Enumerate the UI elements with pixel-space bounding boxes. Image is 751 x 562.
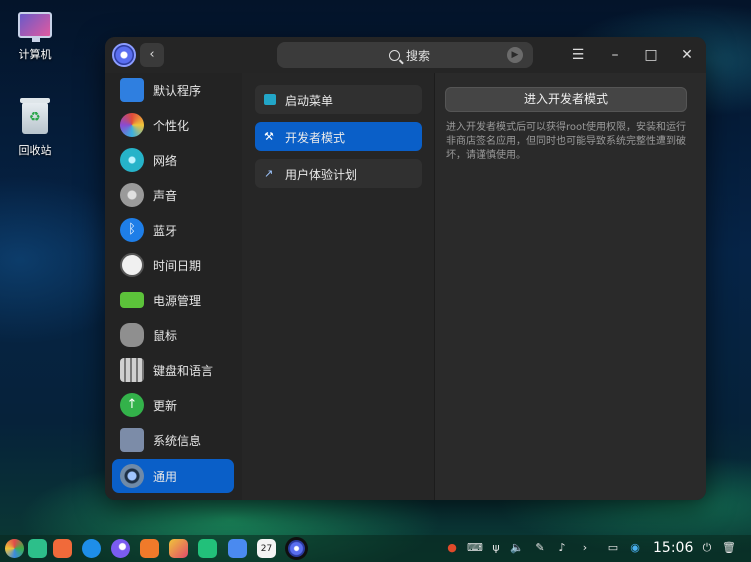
desktop-icon-label: 回收站 bbox=[18, 144, 52, 157]
sidebar-item-mouse[interactable]: 鼠标 bbox=[112, 318, 234, 352]
sidebar-item-general[interactable]: 通用 bbox=[112, 459, 234, 493]
minimize-button[interactable]: – bbox=[603, 43, 627, 67]
close-button[interactable]: ✕ bbox=[675, 43, 699, 67]
sidebar-item-label: 默认程序 bbox=[153, 84, 202, 98]
search-input[interactable]: 搜索 ▶ bbox=[277, 42, 533, 68]
sidebar-item-personalization[interactable]: 个性化 bbox=[112, 108, 234, 142]
taskbar-clock[interactable]: 15:06 bbox=[653, 540, 693, 556]
document-viewer-icon[interactable] bbox=[228, 539, 247, 558]
taskbar: 27 ● ⌨ ψ 🔈 ✎ ♪ › ▭ ◉ 15:06 ⏻ 🗑 bbox=[0, 535, 751, 562]
sidebar-item-update[interactable]: ↑ 更新 bbox=[112, 388, 234, 422]
multitask-icon[interactable] bbox=[53, 539, 72, 558]
volume-icon[interactable]: 🔈 bbox=[510, 541, 524, 554]
titlebar: ‹ 搜索 ▶ ☰ – □ ✕ bbox=[105, 37, 706, 73]
sidebar-item-label: 通用 bbox=[153, 470, 178, 484]
sidebar-item-system-info[interactable]: 系统信息 bbox=[112, 423, 234, 457]
sidebar-item-datetime[interactable]: 时间日期 bbox=[112, 248, 234, 282]
maximize-button[interactable]: □ bbox=[639, 43, 663, 67]
trash-icon bbox=[20, 98, 50, 134]
control-center-logo-icon bbox=[112, 43, 136, 67]
desktop-icon-computer[interactable]: 计算机 bbox=[5, 12, 65, 62]
app-store-icon[interactable] bbox=[82, 539, 101, 558]
sidebar-item-label: 蓝牙 bbox=[153, 224, 178, 238]
control-center-icon[interactable] bbox=[285, 537, 308, 560]
tools-icon: ⚒ bbox=[264, 130, 274, 143]
sidebar-item-sound[interactable]: 声音 bbox=[112, 178, 234, 212]
sidebar-item-label: 网络 bbox=[153, 154, 178, 168]
battery-icon bbox=[120, 292, 144, 308]
sidebar: 默认程序 个性化 网络 声音 ᛒ 蓝牙 时间日期 电源管理 鼠标 键盘和语言 ↑… bbox=[105, 73, 242, 500]
clock-icon bbox=[120, 253, 144, 277]
sidebar-item-label: 个性化 bbox=[153, 119, 190, 133]
general-icon bbox=[120, 464, 144, 488]
default-apps-icon bbox=[120, 78, 144, 102]
sidebar-item-label: 时间日期 bbox=[153, 259, 202, 273]
computer-icon bbox=[18, 12, 52, 42]
sublist-item-label: 用户体验计划 bbox=[285, 168, 358, 182]
sidebar-item-label: 声音 bbox=[153, 189, 178, 203]
sidebar-item-label: 键盘和语言 bbox=[153, 364, 214, 378]
personalization-icon bbox=[120, 113, 144, 137]
chart-icon: ↗ bbox=[264, 167, 274, 180]
desktop-icon-trash[interactable]: 回收站 bbox=[5, 98, 65, 158]
developer-mode-description: 进入开发者模式后可以获得root使用权限，安装和运行非商店签名应用，但同时也可能… bbox=[446, 122, 687, 161]
menu-button[interactable]: ☰ bbox=[566, 43, 590, 67]
sublist-item-user-experience[interactable]: ↗ 用户体验计划 bbox=[255, 159, 422, 188]
keyboard-icon bbox=[120, 358, 144, 382]
sublist-item-label: 启动菜单 bbox=[285, 94, 334, 108]
sidebar-item-bluetooth[interactable]: ᛒ 蓝牙 bbox=[112, 213, 234, 247]
sidebar-item-default-apps[interactable]: 默认程序 bbox=[112, 73, 234, 107]
keyboard-layout-icon[interactable]: ⌨ bbox=[467, 541, 483, 554]
back-button[interactable]: ‹ bbox=[140, 43, 164, 67]
voice-search-icon[interactable]: ▶ bbox=[507, 47, 523, 63]
desktop-icon-label: 计算机 bbox=[18, 48, 52, 61]
sublist-item-boot-menu[interactable]: 启动菜单 bbox=[255, 85, 422, 114]
music-icon[interactable] bbox=[198, 539, 217, 558]
power-icon[interactable]: ⏻ bbox=[700, 541, 714, 555]
calendar-icon[interactable]: 27 bbox=[257, 539, 276, 558]
control-center-window: ‹ 搜索 ▶ ☰ – □ ✕ 默认程序 个性化 网络 声音 ᛒ 蓝牙 时间日期 … bbox=[105, 37, 706, 500]
sublist-item-developer-mode[interactable]: ⚒ 开发者模式 bbox=[255, 122, 422, 151]
trash-tray-icon[interactable]: 🗑 bbox=[722, 541, 736, 554]
sidebar-item-keyboard[interactable]: 键盘和语言 bbox=[112, 353, 234, 387]
sound-icon bbox=[120, 183, 144, 207]
pen-icon[interactable]: ✎ bbox=[533, 541, 547, 554]
sidebar-item-network[interactable]: 网络 bbox=[112, 143, 234, 177]
notification-bell-icon[interactable]: ♪ bbox=[555, 541, 569, 554]
screenshot-icon[interactable]: ▭ bbox=[606, 541, 620, 554]
sublist-item-label: 开发者模式 bbox=[285, 131, 346, 145]
search-placeholder: 搜索 bbox=[406, 49, 431, 63]
update-icon: ↑ bbox=[120, 393, 144, 417]
search-icon bbox=[389, 50, 400, 61]
sidebar-item-power[interactable]: 电源管理 bbox=[112, 283, 234, 317]
sublist-panel: 启动菜单 ⚒ 开发者模式 ↗ 用户体验计划 bbox=[242, 73, 434, 500]
file-manager-icon[interactable] bbox=[28, 539, 47, 558]
sidebar-item-label: 系统信息 bbox=[153, 434, 202, 448]
notes-icon[interactable] bbox=[140, 539, 159, 558]
browser-icon[interactable] bbox=[111, 539, 130, 558]
bluetooth-icon: ᛒ bbox=[120, 218, 144, 242]
network-icon bbox=[120, 148, 144, 172]
sidebar-item-label: 电源管理 bbox=[153, 294, 202, 308]
usb-icon[interactable]: ψ bbox=[489, 541, 503, 554]
boot-menu-icon bbox=[264, 94, 276, 105]
control-center-gear-icon bbox=[288, 540, 305, 557]
sidebar-item-label: 更新 bbox=[153, 399, 178, 413]
enter-developer-mode-button[interactable]: 进入开发者模式 bbox=[445, 87, 687, 112]
image-viewer-icon[interactable] bbox=[169, 539, 188, 558]
developer-mode-panel: 进入开发者模式 进入开发者模式后可以获得root使用权限，安装和运行非商店签名应… bbox=[435, 73, 706, 500]
globe-icon[interactable]: ◉ bbox=[628, 541, 642, 554]
antivirus-icon[interactable]: ● bbox=[445, 541, 459, 554]
chevron-right-icon[interactable]: › bbox=[578, 541, 592, 554]
launcher-icon[interactable] bbox=[5, 539, 24, 558]
mouse-icon bbox=[120, 323, 144, 347]
system-info-icon bbox=[120, 428, 144, 452]
sidebar-item-label: 鼠标 bbox=[153, 329, 178, 343]
